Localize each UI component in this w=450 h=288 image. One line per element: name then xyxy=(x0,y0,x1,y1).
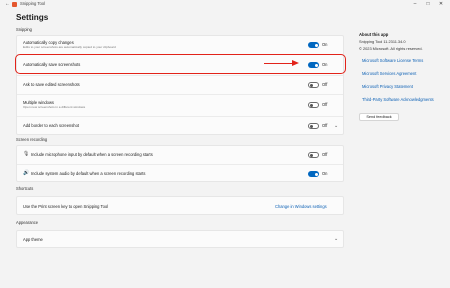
copyright: © 2023 Microsoft. All rights reserved. xyxy=(359,46,423,51)
services-agreement-link[interactable]: Microsoft Services Agreement xyxy=(362,71,416,76)
toggle-state-label: Off xyxy=(322,123,328,128)
setting-title: Ask to save edited screenshots xyxy=(23,82,80,87)
section-label-shortcuts: Shortcuts xyxy=(16,186,34,191)
appearance-card[interactable]: App theme ⌄ xyxy=(16,230,344,248)
setting-title: Add border to each screenshot xyxy=(23,123,79,128)
setting-row-multiple-windows: Multiple windows Open new screenshots in… xyxy=(17,95,343,116)
setting-title: Include system audio by default when a s… xyxy=(31,171,146,176)
annotation-arrow-icon xyxy=(264,62,294,65)
copy-changes-toggle[interactable] xyxy=(308,42,319,48)
maximize-button[interactable]: □ xyxy=(424,0,432,8)
speaker-icon: 🔊 xyxy=(23,170,30,176)
microphone-icon: 🎙 xyxy=(23,151,30,157)
snipping-settings-card: Automatically copy changes Edits to your… xyxy=(16,35,344,135)
section-label-appearance: Appearance xyxy=(16,220,39,225)
annotation-arrow-head-icon xyxy=(292,60,299,66)
setting-row-add-border[interactable]: Add border to each screenshot Off ⌄ xyxy=(17,117,343,135)
page-title: Settings xyxy=(16,13,49,22)
minimize-button[interactable]: – xyxy=(411,0,419,8)
toggle-state-label: Off xyxy=(322,102,328,107)
setting-row-microphone: 🎙 Include microphone input by default wh… xyxy=(17,146,343,164)
toggle-state-label: On xyxy=(322,42,328,47)
privacy-statement-link[interactable]: Microsoft Privacy Statement xyxy=(362,84,413,89)
screen-recording-card: 🎙 Include microphone input by default wh… xyxy=(16,145,344,182)
close-button[interactable]: ✕ xyxy=(437,0,445,8)
toggle-state-label: Off xyxy=(322,152,328,157)
setting-title: Include microphone input by default when… xyxy=(31,152,153,157)
snipping-tool-app-icon xyxy=(12,2,17,7)
license-terms-link[interactable]: Microsoft Software License Terms xyxy=(362,58,423,63)
send-feedback-button[interactable]: Send feedback xyxy=(359,113,399,121)
section-label-screen-recording: Screen recording xyxy=(16,137,48,142)
setting-row-system-audio: 🔊 Include system audio by default when a… xyxy=(17,165,343,183)
setting-title: Use the Print screen key to open Snippin… xyxy=(23,204,109,209)
title-bar: ← Snipping Tool – □ ✕ xyxy=(0,0,450,9)
app-theme-label: App theme xyxy=(23,237,43,242)
toggle-state-label: Off xyxy=(322,82,328,87)
chevron-down-icon[interactable]: ⌄ xyxy=(334,236,338,242)
setting-description: Edits to your screenshots are automatica… xyxy=(23,45,116,49)
setting-row-copy-changes: Automatically copy changes Edits to your… xyxy=(17,36,343,54)
window-title: Snipping Tool xyxy=(20,1,46,6)
third-party-acknowledgments-link[interactable]: Third-Party Software Acknowledgments xyxy=(362,97,434,102)
microphone-toggle[interactable] xyxy=(308,152,319,158)
about-title: About this app xyxy=(359,32,389,37)
add-border-toggle[interactable] xyxy=(308,123,319,129)
toggle-state-label: On xyxy=(322,171,328,176)
multiple-windows-toggle[interactable] xyxy=(308,102,319,108)
setting-row-ask-save-edited: Ask to save edited screenshots Off xyxy=(17,76,343,94)
setting-description: Open new screenshots in a different wind… xyxy=(23,105,86,109)
section-label-snipping: Snipping xyxy=(16,27,32,32)
ask-save-edited-toggle[interactable] xyxy=(308,82,319,88)
back-arrow-icon[interactable]: ← xyxy=(5,0,10,8)
chevron-down-icon[interactable]: ⌄ xyxy=(334,123,338,129)
change-in-windows-settings-link[interactable]: Change in Windows settings xyxy=(275,204,327,209)
system-audio-toggle[interactable] xyxy=(308,171,319,177)
app-version: Snipping Tool 11.2311.34.0 xyxy=(359,39,406,44)
shortcuts-card: Use the Print screen key to open Snippin… xyxy=(16,196,344,215)
